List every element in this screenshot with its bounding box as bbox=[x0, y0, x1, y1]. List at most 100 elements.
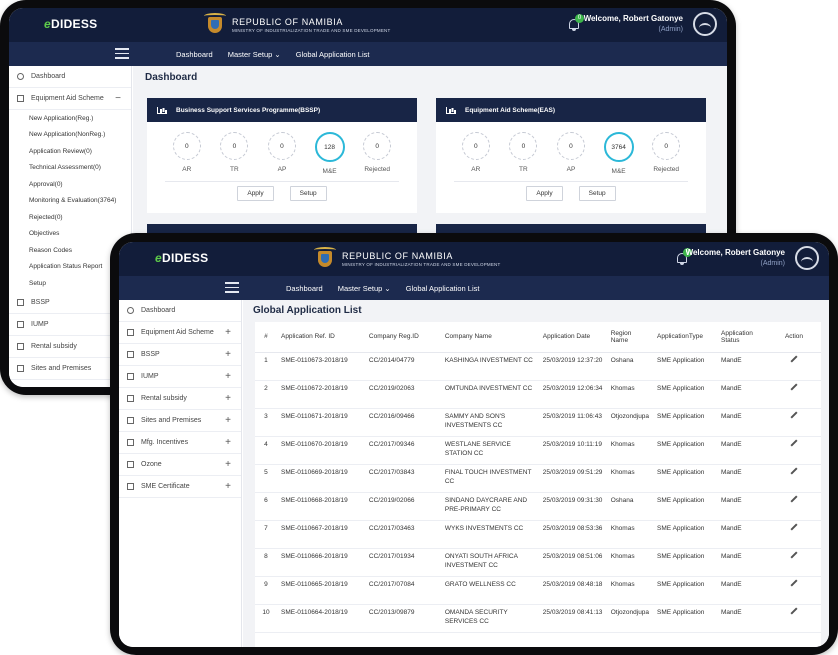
pencil-icon[interactable] bbox=[790, 468, 797, 475]
expand-icon[interactable]: + bbox=[225, 350, 231, 360]
expand-icon[interactable]: + bbox=[225, 416, 231, 426]
table-row[interactable]: 9 SME-0110665-2018/19 CC/2017/07084 GRATO W… bbox=[255, 576, 821, 605]
table-row[interactable]: 3 SME-0110671-2018/19 CC/2016/09466 SAMMY A… bbox=[255, 408, 821, 437]
setup-button[interactable]: Setup bbox=[578, 186, 616, 201]
expand-icon[interactable]: + bbox=[225, 328, 231, 338]
expand-icon[interactable]: + bbox=[225, 460, 231, 470]
pencil-icon[interactable] bbox=[790, 608, 797, 615]
table-row[interactable]: 1 SME-0110673-2018/19 CC/2014/04779 KASHING… bbox=[255, 352, 821, 381]
submenu-item[interactable]: Technical Assessment(0) bbox=[9, 160, 131, 177]
status-gauge[interactable]: 0 AP bbox=[263, 132, 301, 175]
table-cell: Khomas bbox=[606, 548, 654, 577]
column-header[interactable]: Application Ref. ID bbox=[276, 322, 365, 353]
pencil-icon[interactable] bbox=[790, 440, 797, 447]
nav-master-setup[interactable]: Master Setup ⌄ bbox=[228, 50, 281, 59]
sidebar-item[interactable]: Rental subsidy + bbox=[119, 388, 241, 410]
nav-global-application-list[interactable]: Global Application List bbox=[406, 284, 480, 293]
column-header[interactable]: Company Name bbox=[440, 322, 539, 353]
bar-chart-icon bbox=[157, 106, 166, 114]
column-header[interactable]: Company Reg.ID bbox=[364, 322, 441, 353]
status-gauge[interactable]: 3764 M&E bbox=[600, 132, 638, 175]
hamburger-icon[interactable] bbox=[115, 48, 129, 59]
hamburger-icon[interactable] bbox=[225, 282, 239, 293]
table-cell: Khomas bbox=[606, 520, 654, 549]
collapse-icon[interactable]: − bbox=[115, 94, 121, 104]
table-row[interactable]: 6 SME-0110668-2018/19 CC/2019/02066 SINDANO… bbox=[255, 492, 821, 521]
sidebar-item[interactable]: Ozone + bbox=[119, 454, 241, 476]
submenu-item[interactable]: New Application(NonReg.) bbox=[9, 127, 131, 144]
table-cell: MandE bbox=[717, 520, 767, 549]
status-gauge[interactable]: 128 M&E bbox=[311, 132, 349, 175]
submenu-item[interactable]: Approval(0) bbox=[9, 176, 131, 193]
table-row[interactable]: 5 SME-0110669-2018/19 CC/2017/03843 FINAL T… bbox=[255, 464, 821, 493]
pencil-icon[interactable] bbox=[790, 356, 797, 363]
submenu-item[interactable]: Rejected(0) bbox=[9, 209, 131, 226]
table-cell: 4 bbox=[255, 436, 277, 465]
table-cell: SME Application bbox=[653, 352, 718, 381]
submenu-item[interactable]: Objectives bbox=[9, 226, 131, 243]
sidebar-item[interactable]: Mfg. Incentives + bbox=[119, 432, 241, 454]
table-cell: 9 bbox=[255, 576, 277, 605]
status-gauge[interactable]: 0 AR bbox=[168, 132, 206, 175]
table-row[interactable]: 10 SME-0110664-2018/19 CC/2013/09879 OMANDA… bbox=[255, 604, 821, 633]
pencil-icon[interactable] bbox=[790, 384, 797, 391]
status-gauge[interactable]: 0 Rejected bbox=[647, 132, 685, 175]
expand-icon[interactable]: + bbox=[225, 372, 231, 382]
apply-button[interactable]: Apply bbox=[237, 186, 274, 201]
grid-icon bbox=[17, 298, 24, 306]
sidebar-item[interactable]: BSSP + bbox=[119, 344, 241, 366]
column-header[interactable]: Application Status bbox=[717, 322, 767, 353]
nav-global-application-list[interactable]: Global Application List bbox=[296, 50, 370, 59]
app-logo[interactable]: eDIDESS bbox=[44, 17, 97, 31]
column-header[interactable]: Region Name bbox=[606, 322, 654, 353]
status-gauge[interactable]: 0 TR bbox=[504, 132, 542, 175]
application-table: # Application Ref. ID Company Reg.ID Compan… bbox=[255, 322, 821, 633]
sidebar-item-dashboard[interactable]: Dashboard bbox=[119, 300, 241, 322]
app-logo[interactable]: eDIDESS bbox=[155, 251, 208, 265]
table-row[interactable]: 7 SME-0110667-2018/19 CC/2017/03463 WYKS IN… bbox=[255, 520, 821, 549]
table-cell: SME Application bbox=[653, 408, 718, 437]
pencil-icon[interactable] bbox=[790, 552, 797, 559]
nav-master-setup[interactable]: Master Setup ⌄ bbox=[338, 284, 391, 293]
submenu-item[interactable]: New Application(Reg.) bbox=[9, 110, 131, 127]
table-cell: SME Application bbox=[653, 492, 718, 521]
expand-icon[interactable]: + bbox=[225, 438, 231, 448]
column-header[interactable]: Application Date bbox=[538, 322, 607, 353]
table-row[interactable]: 4 SME-0110670-2018/19 CC/2017/09346 WESTLAN… bbox=[255, 436, 821, 465]
bell-icon[interactable]: 0 bbox=[567, 14, 584, 32]
avatar[interactable] bbox=[693, 12, 717, 36]
nav-dashboard[interactable]: Dashboard bbox=[176, 50, 213, 59]
column-header[interactable]: # bbox=[255, 322, 277, 353]
sidebar-item-dashboard[interactable]: Dashboard bbox=[9, 66, 131, 88]
setup-button[interactable]: Setup bbox=[289, 186, 327, 201]
sidebar-item[interactable]: SME Certificate + bbox=[119, 476, 241, 498]
column-header[interactable]: Action bbox=[766, 322, 821, 353]
status-gauge[interactable]: 0 TR bbox=[215, 132, 253, 175]
apply-button[interactable]: Apply bbox=[526, 186, 563, 201]
pencil-icon[interactable] bbox=[790, 412, 797, 419]
nav-dashboard[interactable]: Dashboard bbox=[286, 284, 323, 293]
dashboard-icon bbox=[127, 307, 134, 314]
status-gauge[interactable]: 0 AP bbox=[552, 132, 590, 175]
pencil-icon[interactable] bbox=[790, 496, 797, 503]
status-gauge[interactable]: 0 Rejected bbox=[358, 132, 396, 175]
avatar[interactable] bbox=[795, 246, 819, 270]
pencil-icon[interactable] bbox=[790, 580, 797, 587]
column-header[interactable]: ApplicationType bbox=[653, 322, 718, 353]
submenu-item[interactable]: Monitoring & Evaluation(3764) bbox=[9, 193, 131, 210]
sidebar-item-equipment-aid-scheme[interactable]: Equipment Aid Scheme − bbox=[9, 88, 131, 110]
sidebar-item[interactable]: Equipment Aid Scheme + bbox=[119, 322, 241, 344]
panel-actions: Apply Setup bbox=[436, 182, 706, 201]
submenu-item[interactable]: Application Review(0) bbox=[9, 143, 131, 160]
table-cell: 6 bbox=[255, 492, 277, 521]
expand-icon[interactable]: + bbox=[225, 394, 231, 404]
sidebar-item[interactable]: Sites and Premises + bbox=[119, 410, 241, 432]
pencil-icon[interactable] bbox=[790, 524, 797, 531]
table-row[interactable]: 8 SME-0110666-2018/19 CC/2017/01934 ONYATI … bbox=[255, 548, 821, 577]
sidebar-item[interactable]: IUMP + bbox=[119, 366, 241, 388]
action-cell bbox=[766, 492, 821, 521]
expand-icon[interactable]: + bbox=[225, 482, 231, 492]
status-gauge[interactable]: 0 AR bbox=[457, 132, 495, 175]
table-row[interactable]: 2 SME-0110672-2018/19 CC/2019/02063 OMTUNDA… bbox=[255, 380, 821, 409]
table-cell: 25/03/2019 11:06:43 bbox=[538, 408, 607, 437]
